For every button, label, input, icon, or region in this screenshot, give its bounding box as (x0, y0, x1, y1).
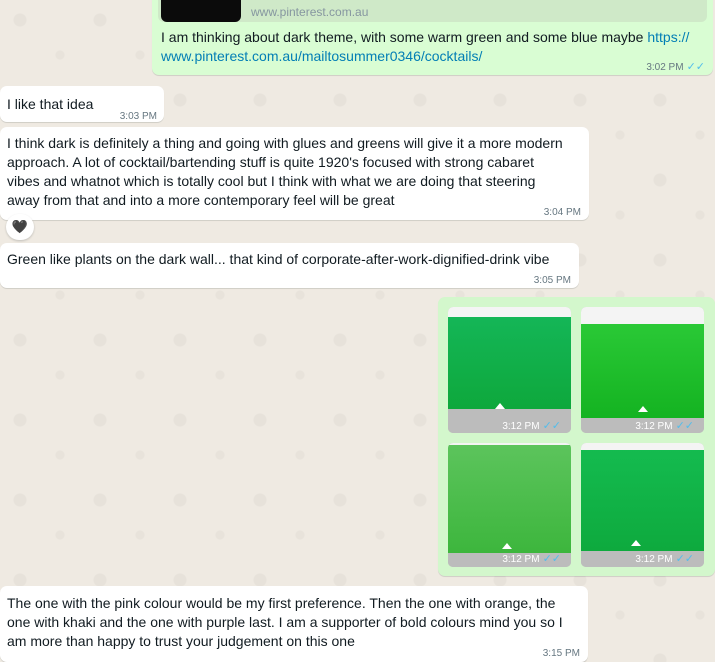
image-marker-icon (631, 540, 641, 546)
image-meta: 3:12 PM ✓✓ (502, 550, 561, 567)
read-ticks-icon: ✓✓ (675, 553, 694, 565)
link-preview-card[interactable]: www.pinterest.com.au (158, 0, 707, 22)
message-outgoing-link[interactable]: www.pinterest.com.au I am thinking about… (152, 0, 713, 75)
read-ticks-icon: ✓✓ (686, 61, 705, 73)
image-thumbnail-2[interactable]: 3:12 PM ✓✓ (581, 307, 704, 433)
image-top-strip (448, 307, 571, 317)
image-top-strip (581, 443, 704, 450)
message-line: approach. A lot of cocktail/bartending s… (7, 154, 534, 170)
message-line: The one with the pink colour would be my… (7, 595, 556, 611)
image-green-fill (448, 445, 571, 553)
message-meta: 3:02 PM ✓✓ (646, 58, 705, 77)
message-text: I like that idea (7, 96, 94, 112)
message-outgoing-images[interactable]: 3:12 PM ✓✓ 3:12 PM ✓✓ 3:12 PM ✓✓ 3:12 PM ✓✓ (438, 297, 715, 576)
message-incoming[interactable]: The one with the pink colour would be my… (0, 586, 588, 662)
message-line: I think dark is definitely a thing and g… (7, 135, 563, 151)
message-text: Green like plants on the dark wall... th… (7, 251, 550, 267)
image-green-fill (448, 317, 571, 409)
message-line: vibes and whatnot which is totally cool … (7, 173, 536, 189)
message-incoming[interactable]: I like that idea 3:03 PM (0, 86, 164, 122)
image-meta: 3:12 PM ✓✓ (635, 550, 694, 567)
link-preview-domain: www.pinterest.com.au (251, 5, 369, 19)
message-line: one with khaki and the one with purple l… (7, 614, 563, 630)
image-time: 3:12 PM (502, 554, 540, 565)
image-meta: 3:12 PM ✓✓ (635, 417, 694, 433)
image-top-strip (581, 307, 704, 324)
image-marker-icon (638, 406, 648, 412)
message-time: 3:03 PM (119, 111, 157, 122)
image-marker-icon (502, 543, 512, 549)
message-text: I am thinking about dark theme, with som… (161, 28, 706, 66)
image-thumbnail-3[interactable]: 3:12 PM ✓✓ (448, 443, 571, 567)
read-ticks-icon: ✓✓ (542, 553, 561, 565)
message-text: The one with the pink colour would be my… (7, 594, 563, 651)
read-ticks-icon: ✓✓ (542, 420, 561, 432)
image-green-fill (581, 324, 704, 418)
message-incoming[interactable]: I think dark is definitely a thing and g… (0, 127, 589, 220)
image-time: 3:12 PM (635, 421, 673, 432)
message-time: 3:04 PM (543, 207, 581, 218)
message-line: away from that and into a more contempor… (7, 192, 395, 208)
message-link[interactable]: www.pinterest.com.au/mailtosummer0346/co… (161, 48, 482, 64)
message-time: 3:05 PM (533, 275, 571, 286)
reaction-emoji: 🖤 (11, 219, 29, 234)
read-ticks-icon: ✓✓ (675, 420, 694, 432)
image-time: 3:12 PM (502, 421, 540, 432)
image-time: 3:12 PM (635, 554, 673, 565)
image-green-fill (581, 450, 704, 551)
message-time: 3:15 PM (542, 648, 580, 659)
message-time: 3:02 PM (646, 62, 684, 73)
link-preview-thumbnail (161, 0, 241, 22)
image-meta: 3:12 PM ✓✓ (502, 417, 561, 433)
message-body: I am thinking about dark theme, with som… (161, 29, 648, 45)
message-link-start[interactable]: https:// (647, 29, 689, 45)
message-line: am more than happy to trust your judgeme… (7, 633, 355, 649)
message-text: I think dark is definitely a thing and g… (7, 134, 563, 210)
image-thumbnail-1[interactable]: 3:12 PM ✓✓ (448, 307, 571, 433)
reaction-black-heart-icon[interactable]: 🖤 (6, 214, 34, 240)
message-incoming[interactable]: Green like plants on the dark wall... th… (0, 243, 579, 288)
image-thumbnail-4[interactable]: 3:12 PM ✓✓ (581, 443, 704, 567)
image-marker-icon (495, 403, 505, 409)
